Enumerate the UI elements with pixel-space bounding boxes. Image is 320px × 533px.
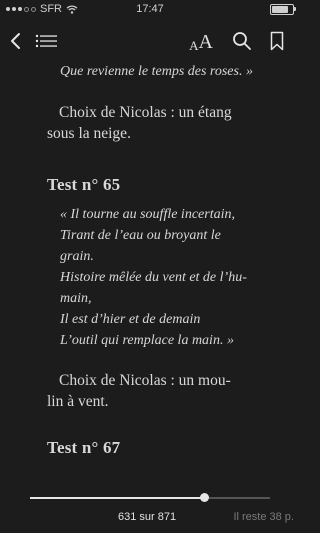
- battery-level: [272, 6, 288, 13]
- paragraph-line: Choix de Nicolas : un mou-: [59, 372, 231, 389]
- page-slider[interactable]: [30, 493, 270, 502]
- poem-line: « Il tourne au souffle incertain,: [60, 207, 235, 222]
- poem-ending-line: Que revienne le temps des roses. »: [60, 64, 253, 79]
- page-slider-fill: [30, 497, 204, 499]
- bookmark-button[interactable]: [266, 26, 288, 56]
- font-size-button[interactable]: AA: [187, 26, 215, 56]
- pages-remaining: Il reste 38 p.: [233, 511, 294, 523]
- paragraph-choice-1: Choix de Nicolas : un étang sous la neig…: [47, 102, 257, 144]
- book-page[interactable]: Que revienne le temps des roses. » Choix…: [0, 58, 300, 488]
- search-icon: [233, 32, 251, 50]
- battery-indicator: [270, 4, 296, 15]
- bookmark-icon: [270, 31, 284, 51]
- font-small-glyph: A: [189, 38, 199, 53]
- back-button[interactable]: [4, 26, 26, 56]
- search-button[interactable]: [230, 26, 254, 56]
- list-icon: [35, 34, 57, 48]
- reading-progress: 631 sur 871 Il reste 38 p.: [0, 488, 300, 533]
- status-bar: SFR 17:47: [0, 0, 300, 20]
- page-count: 631 sur 871: [118, 511, 177, 523]
- poem-line: L’outil qui remplace la main. »: [60, 333, 234, 348]
- paragraph-line: sous la neige.: [47, 125, 131, 142]
- table-of-contents-button[interactable]: [33, 26, 59, 56]
- poem-line: grain.: [60, 249, 94, 264]
- font-big-glyph: A: [198, 31, 213, 53]
- paragraph-choice-2: Choix de Nicolas : un mou- lin à vent.: [47, 370, 257, 412]
- section-heading-test-65: Test n° 65: [47, 175, 121, 194]
- chevron-left-icon: [11, 33, 20, 49]
- paragraph-line: lin à vent.: [47, 393, 109, 410]
- reader-toolbar: AA: [0, 26, 300, 56]
- poem-line: Il est d’hier et de demain: [60, 312, 201, 327]
- page-slider-thumb[interactable]: [199, 493, 209, 502]
- paragraph-line: Choix de Nicolas : un étang: [59, 104, 232, 121]
- poem-line: main,: [60, 291, 92, 306]
- section-heading-test-67: Test n° 67: [47, 438, 121, 457]
- poem-block: « Il tourne au souffle incertain, Tirant…: [60, 204, 270, 351]
- battery-icon: [270, 4, 296, 15]
- poem-line: Histoire mêlée du vent et de l’hu-: [60, 270, 247, 285]
- clock: 17:47: [136, 3, 164, 15]
- poem-line: Tirant de l’eau ou broyant le: [60, 228, 221, 243]
